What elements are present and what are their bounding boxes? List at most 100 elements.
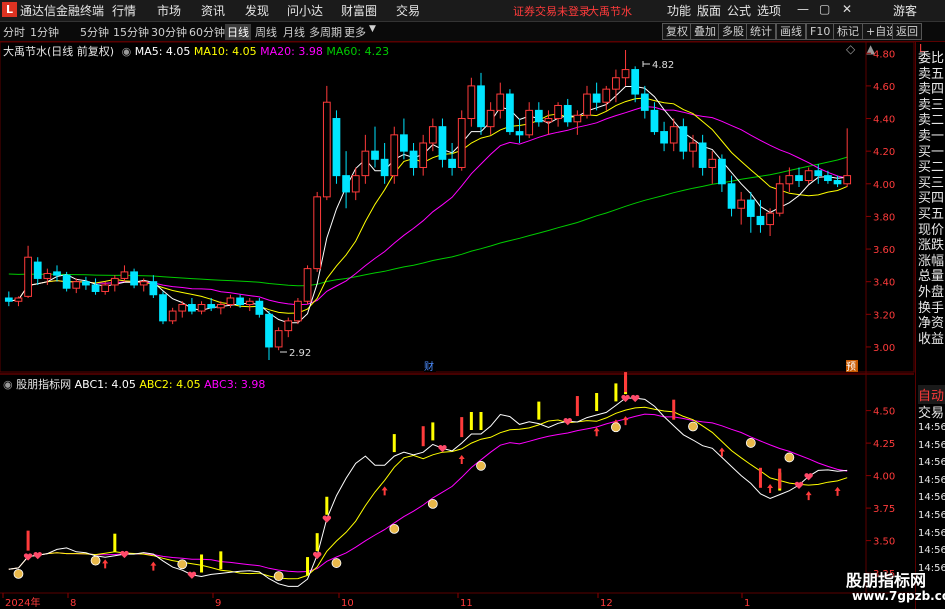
btn-tongji[interactable]: 统计 bbox=[746, 23, 776, 40]
cai-marker[interactable]: 财 bbox=[424, 360, 434, 373]
candle-body bbox=[43, 273, 52, 279]
candle-body bbox=[612, 77, 620, 90]
signal-bar bbox=[537, 401, 541, 420]
signal-bar bbox=[479, 412, 483, 430]
candle-body bbox=[756, 215, 765, 226]
period-15min[interactable]: 15分钟 bbox=[113, 24, 149, 40]
period-multi[interactable]: 多周期 bbox=[309, 24, 342, 40]
sub-price-axis: 4.504.254.003.753.503.25 bbox=[866, 407, 895, 580]
sub-marks bbox=[13, 372, 841, 582]
price-tick-label: 4.80 bbox=[873, 49, 895, 60]
money-bag-icon bbox=[611, 422, 621, 433]
money-bag-icon bbox=[273, 571, 284, 582]
menu-wenxiaoda[interactable]: 问小达 bbox=[287, 2, 323, 19]
menu-banmian[interactable]: 版面 bbox=[697, 2, 721, 19]
menu-shichang[interactable]: 市场 bbox=[157, 2, 181, 19]
maximize-icon[interactable]: ▢ bbox=[819, 2, 830, 16]
money-bag-icon bbox=[177, 559, 188, 570]
menu-gongneng[interactable]: 功能 bbox=[667, 2, 691, 19]
quote-field-label: 收益 bbox=[918, 331, 945, 347]
period-5min[interactable]: 5分钟 bbox=[80, 24, 109, 40]
candle-body bbox=[91, 284, 100, 292]
menu-xuanxiang[interactable]: 选项 bbox=[757, 2, 781, 19]
candle-body bbox=[400, 134, 408, 152]
sub-tick-label: 3.50 bbox=[873, 537, 895, 548]
heart-signal-icon bbox=[794, 481, 804, 489]
btn-fuquan[interactable]: 复权 bbox=[662, 23, 692, 40]
date-tick-label: 1 bbox=[744, 598, 750, 609]
red-signal-bar bbox=[26, 530, 30, 551]
abc3-line bbox=[8, 413, 848, 573]
signal-bar bbox=[392, 434, 396, 453]
close-icon[interactable]: ✕ bbox=[842, 2, 852, 16]
candle-body bbox=[294, 300, 302, 322]
candle-body bbox=[149, 281, 158, 296]
candle-body bbox=[274, 330, 283, 348]
period-daily[interactable]: 日线 bbox=[225, 24, 251, 40]
tab-trade[interactable]: 交易 bbox=[918, 402, 945, 421]
candle-body bbox=[197, 304, 206, 312]
candle-body bbox=[708, 158, 717, 168]
period-fenshi[interactable]: 分时 bbox=[3, 24, 25, 40]
candle-body bbox=[236, 297, 244, 306]
menu-jiaoyi[interactable]: 交易 bbox=[396, 2, 420, 19]
candle-body bbox=[322, 101, 331, 198]
period-weekly[interactable]: 周线 bbox=[255, 24, 277, 40]
candle-body bbox=[737, 199, 746, 209]
candle-body bbox=[120, 271, 129, 279]
money-bag-icon bbox=[331, 558, 342, 568]
date-tick-label: 10 bbox=[341, 598, 354, 609]
chevron-down-icon[interactable]: ▼ bbox=[369, 24, 376, 34]
app-logo-icon: L bbox=[2, 2, 17, 17]
btn-f10[interactable]: F10 bbox=[806, 23, 835, 40]
money-bag-icon bbox=[389, 523, 400, 534]
candle-body bbox=[640, 93, 649, 111]
candle-body bbox=[226, 297, 235, 306]
candle-body bbox=[188, 304, 196, 312]
period-more[interactable]: 更多 bbox=[344, 24, 366, 40]
candle-body bbox=[602, 88, 611, 103]
candle-body bbox=[409, 150, 418, 168]
menu-hangqing[interactable]: 行情 bbox=[112, 2, 136, 19]
menu-zixun[interactable]: 资讯 bbox=[201, 2, 225, 19]
kline-chart[interactable]: 4.80 4.60 4.40 4.20 4.00 3.80 3.60 3.40 3.20 3.00… bbox=[0, 42, 915, 609]
candle-body bbox=[766, 212, 774, 226]
btn-diejia[interactable]: 叠加 bbox=[690, 23, 720, 40]
candle-body bbox=[428, 126, 437, 144]
login-notice[interactable]: 证券交易未登录 bbox=[513, 3, 590, 19]
signal-bar bbox=[469, 412, 473, 430]
candle-body bbox=[775, 183, 784, 214]
candle-body bbox=[72, 281, 81, 289]
period-30min[interactable]: 30分钟 bbox=[151, 24, 187, 40]
sub-tick-label: 4.50 bbox=[873, 407, 895, 418]
guest-label[interactable]: 游客 bbox=[893, 2, 917, 19]
heart-signal-icon bbox=[312, 551, 322, 560]
btn-duogu[interactable]: 多股 bbox=[718, 23, 748, 40]
price-tick-label: 4.00 bbox=[873, 180, 895, 191]
period-1min[interactable]: 1分钟 bbox=[30, 24, 59, 40]
btn-biaoji[interactable]: 标记 bbox=[833, 23, 863, 40]
period-monthly[interactable]: 月线 bbox=[283, 24, 305, 40]
candle-body bbox=[351, 175, 360, 193]
menu-gongshi[interactable]: 公式 bbox=[727, 2, 751, 19]
yu-marker[interactable]: 预 bbox=[846, 361, 856, 373]
price-tick-label: 4.40 bbox=[873, 115, 895, 126]
price-axis: 4.80 4.60 4.40 4.20 4.00 3.80 3.60 3.40 3.20 3.00 bbox=[866, 49, 895, 354]
menu-faxian[interactable]: 发现 bbox=[245, 2, 269, 19]
period-60min[interactable]: 60分钟 bbox=[189, 24, 225, 40]
signal-bar bbox=[306, 557, 310, 576]
buy-arrow-icon bbox=[458, 454, 465, 464]
date-tick-label: 9 bbox=[215, 598, 221, 609]
btn-fanhui[interactable]: 返回 bbox=[892, 23, 922, 40]
minimize-icon[interactable]: — bbox=[797, 2, 809, 16]
candle-body bbox=[544, 118, 553, 123]
candle-body bbox=[313, 196, 322, 270]
candle-body bbox=[419, 142, 428, 168]
heart-signal-icon bbox=[33, 551, 42, 560]
menu-caifuquan[interactable]: 财富圈 bbox=[341, 2, 377, 19]
price-tick-label: 3.80 bbox=[873, 212, 895, 223]
price-tick-label: 3.40 bbox=[873, 278, 895, 289]
candle-body bbox=[178, 304, 187, 312]
btn-huaxian[interactable]: 画线 bbox=[776, 23, 806, 40]
low-label: 2.92 bbox=[289, 348, 311, 359]
